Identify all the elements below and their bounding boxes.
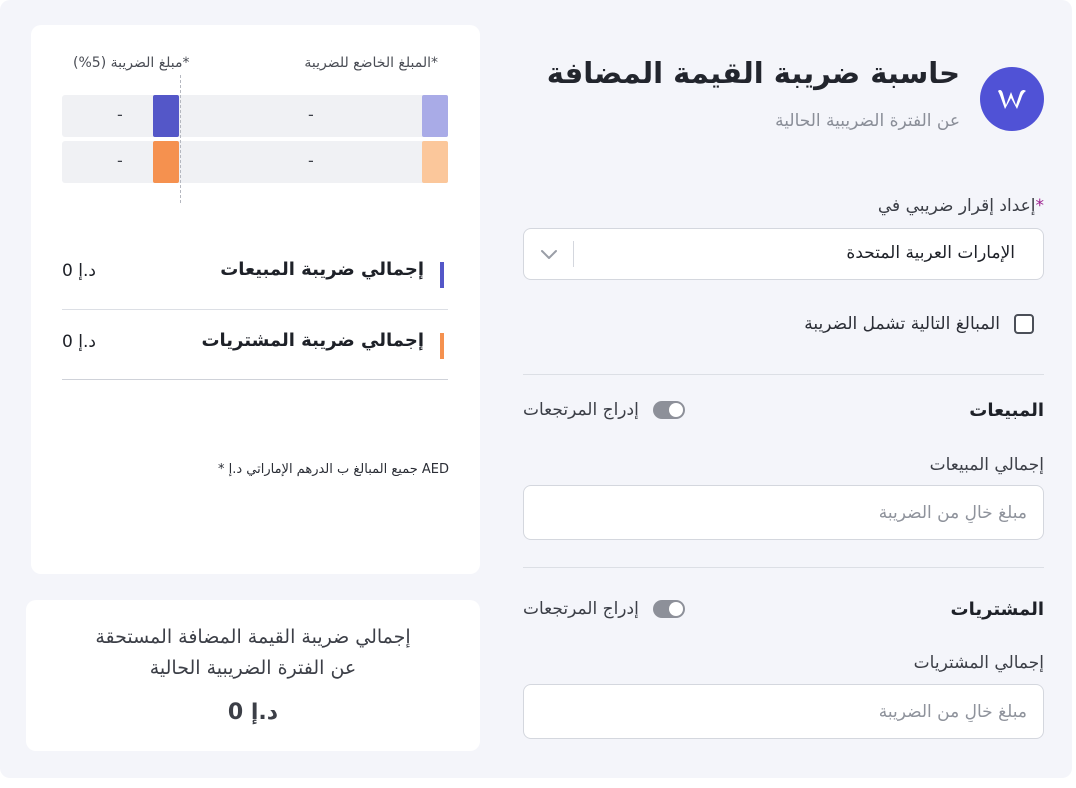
vat-due-card: إجمالي ضريبة القيمة المضافة المستحقة عن …	[26, 600, 480, 751]
sales-tax-total-row: إجمالي ضريبة المبيعات 0 د.إ	[62, 239, 448, 309]
purchases-tax-value: -	[117, 151, 123, 170]
includes-tax-checkbox[interactable]	[1014, 314, 1034, 334]
country-select[interactable]: الإمارات العربية المتحدة	[523, 228, 1044, 280]
vat-due-value: 0 د.إ	[227, 700, 279, 725]
includes-tax-option[interactable]: المبالغ التالية تشمل الضريبة	[804, 308, 1034, 340]
purchases-tax-total-value: 0 د.إ	[62, 332, 96, 352]
sales-tax-total-value: 0 د.إ	[62, 261, 96, 281]
country-field-label: إعداد إقرار ضريبي في*	[878, 196, 1044, 216]
sales-taxable-swatch	[422, 95, 448, 137]
tax-amount-header: مبلغ الضريبة (5%)*	[73, 55, 190, 71]
purchases-total-input[interactable]	[523, 684, 1044, 739]
sales-section-title: المبيعات	[969, 400, 1044, 421]
purchases-taxable-swatch	[422, 141, 448, 183]
sales-returns-toggle-label: إدراج المرتجعات	[523, 400, 639, 420]
purchases-breakdown-row: - -	[62, 141, 448, 183]
currency-footnote: * جميع المبالغ ب الدرهم الإماراتي د.إ AE…	[217, 462, 449, 477]
sales-tax-value: -	[117, 105, 123, 124]
country-select-value: الإمارات العربية المتحدة	[846, 243, 1015, 263]
purchases-returns-toggle[interactable]	[652, 600, 685, 618]
purchases-tax-swatch	[153, 141, 179, 183]
page-subtitle: عن الفترة الضريبية الحالية	[775, 111, 960, 131]
sales-total-input[interactable]	[523, 485, 1044, 540]
sales-tax-total-label: إجمالي ضريبة المبيعات	[220, 259, 424, 280]
sales-tax-swatch	[153, 95, 179, 137]
tax-summary-card: المبلغ الخاضع للضريبة* مبلغ الضريبة (5%)…	[31, 25, 480, 574]
sales-returns-toggle-row[interactable]: إدراج المرتجعات	[523, 400, 685, 420]
toggle-knob	[668, 403, 683, 417]
brand-logo-icon	[980, 67, 1044, 131]
sales-taxable-value: -	[308, 105, 314, 124]
sales-marker	[440, 262, 444, 288]
sales-breakdown-row: - -	[62, 95, 448, 137]
select-divider	[573, 241, 574, 267]
purchases-tax-total-label: إجمالي ضريبة المشتريات	[201, 330, 424, 351]
vat-due-label: إجمالي ضريبة القيمة المضافة المستحقة	[95, 626, 411, 648]
divider	[523, 567, 1044, 568]
taxable-amount-header: المبلغ الخاضع للضريبة*	[304, 55, 438, 71]
vat-due-period: عن الفترة الضريبية الحالية	[149, 657, 357, 679]
column-separator	[180, 75, 181, 203]
includes-tax-label: المبالغ التالية تشمل الضريبة	[804, 314, 1000, 334]
purchases-marker	[440, 333, 444, 359]
page-title: حاسبة ضريبة القيمة المضافة	[546, 56, 960, 90]
country-field-label-text: إعداد إقرار ضريبي في	[877, 196, 1036, 216]
sales-returns-toggle[interactable]	[652, 401, 685, 419]
toggle-knob	[668, 602, 683, 616]
chevron-down-icon[interactable]	[538, 245, 560, 263]
divider	[523, 374, 1044, 375]
purchases-section-title: المشتريات	[950, 599, 1044, 620]
divider	[62, 379, 448, 380]
purchases-total-label: إجمالي المشتريات	[913, 653, 1044, 673]
purchases-returns-toggle-label: إدراج المرتجعات	[523, 599, 639, 619]
purchases-taxable-value: -	[308, 151, 314, 170]
required-mark: *	[1035, 196, 1045, 216]
purchases-returns-toggle-row[interactable]: إدراج المرتجعات	[523, 599, 685, 619]
sales-total-label: إجمالي المبيعات	[929, 455, 1044, 475]
purchases-tax-total-row: إجمالي ضريبة المشتريات 0 د.إ	[62, 310, 448, 380]
